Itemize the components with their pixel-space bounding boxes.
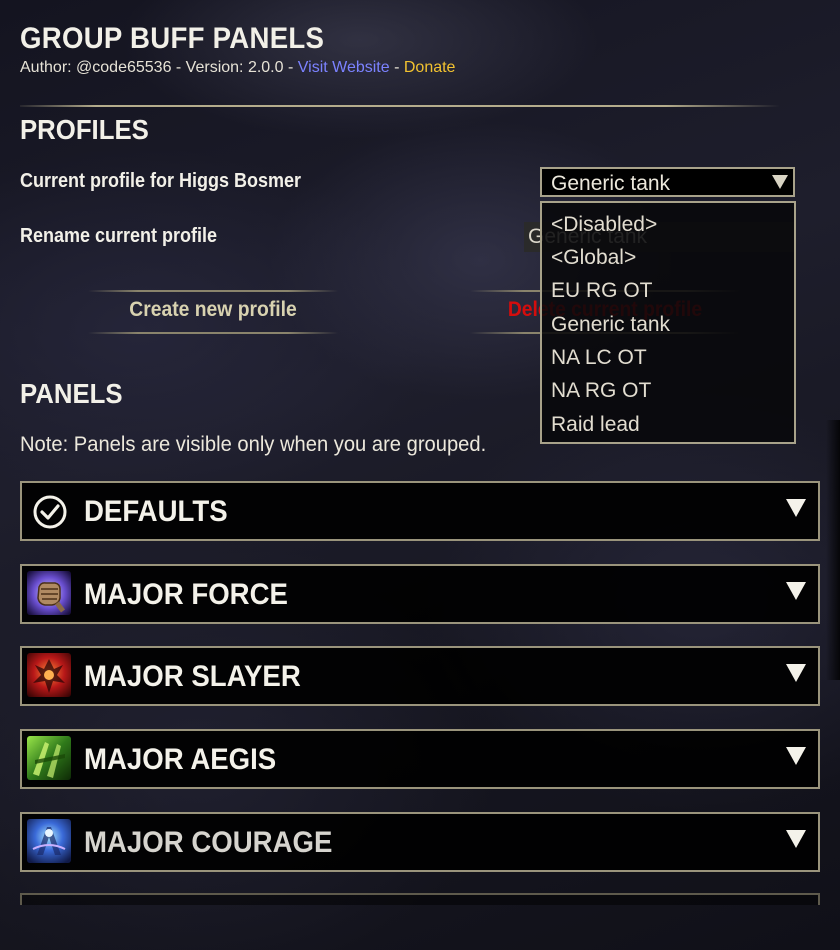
profile-option-na-rg-ot[interactable]: NA RG OT — [551, 379, 651, 403]
chevron-down-icon — [786, 582, 806, 600]
profile-option-generic-tank[interactable]: Generic tank — [551, 313, 670, 337]
profile-dropdown-value: Generic tank — [551, 172, 671, 195]
profile-option-na-lc-ot[interactable]: NA LC OT — [551, 346, 647, 370]
panel-title: MAJOR AEGIS — [84, 743, 277, 776]
panel-title: MAJOR SLAYER — [84, 660, 301, 693]
next-panel-partial — [20, 893, 820, 905]
author-version-text: Author: @code65536 - Version: 2.0.0 - — [20, 59, 298, 76]
rename-profile-label: Rename current profile — [20, 225, 218, 247]
profile-option-global[interactable]: <Global> — [551, 246, 636, 270]
panel-major-aegis[interactable]: MAJOR AEGIS — [20, 729, 820, 789]
profile-option-raid-lead[interactable]: Raid lead — [551, 413, 640, 437]
panel-title: MAJOR FORCE — [84, 578, 288, 611]
link-separator: - — [389, 59, 404, 76]
chevron-down-icon — [786, 830, 806, 848]
slayer-icon — [27, 653, 71, 697]
header-divider — [20, 105, 780, 107]
panel-title: DEFAULTS — [84, 495, 228, 528]
current-profile-label: Current profile for Higgs Bosmer — [20, 170, 302, 192]
chevron-down-icon — [772, 175, 788, 189]
chevron-down-icon — [786, 747, 806, 765]
panel-major-courage[interactable]: MAJOR COURAGE — [20, 812, 820, 872]
chevron-down-icon — [786, 499, 806, 517]
profile-option-disabled[interactable]: <Disabled> — [551, 213, 657, 237]
courage-icon — [27, 819, 71, 863]
chevron-down-icon — [786, 664, 806, 682]
panel-major-force[interactable]: MAJOR FORCE — [20, 564, 820, 624]
profiles-heading: PROFILES — [20, 114, 149, 145]
profile-dropdown[interactable]: Generic tank — [540, 167, 795, 197]
create-profile-label: Create new profile — [129, 298, 297, 321]
aegis-icon — [27, 736, 71, 780]
scroll-edge-shadow — [826, 420, 840, 680]
panels-note: Note: Panels are visible only when you a… — [20, 433, 487, 456]
addon-title: GROUP BUFF PANELS — [20, 22, 325, 55]
profile-dropdown-menu: <Disabled> <Global> EU RG OT Generic tan… — [540, 201, 796, 444]
panel-major-slayer[interactable]: MAJOR SLAYER — [20, 646, 820, 706]
panel-title: MAJOR COURAGE — [84, 826, 333, 859]
panel-defaults[interactable]: DEFAULTS — [20, 481, 820, 541]
profile-option-eu-rg-ot[interactable]: EU RG OT — [551, 279, 653, 303]
donate-link[interactable]: Donate — [404, 59, 456, 76]
button-bottom-line — [88, 332, 338, 334]
button-top-line — [88, 290, 338, 292]
panels-heading: PANELS — [20, 378, 123, 409]
fist-icon — [27, 571, 71, 615]
author-line: Author: @code65536 - Version: 2.0.0 - Vi… — [20, 59, 455, 77]
create-profile-button[interactable]: Create new profile — [88, 290, 338, 336]
check-circle-icon — [33, 495, 67, 529]
visit-website-link[interactable]: Visit Website — [298, 59, 390, 76]
